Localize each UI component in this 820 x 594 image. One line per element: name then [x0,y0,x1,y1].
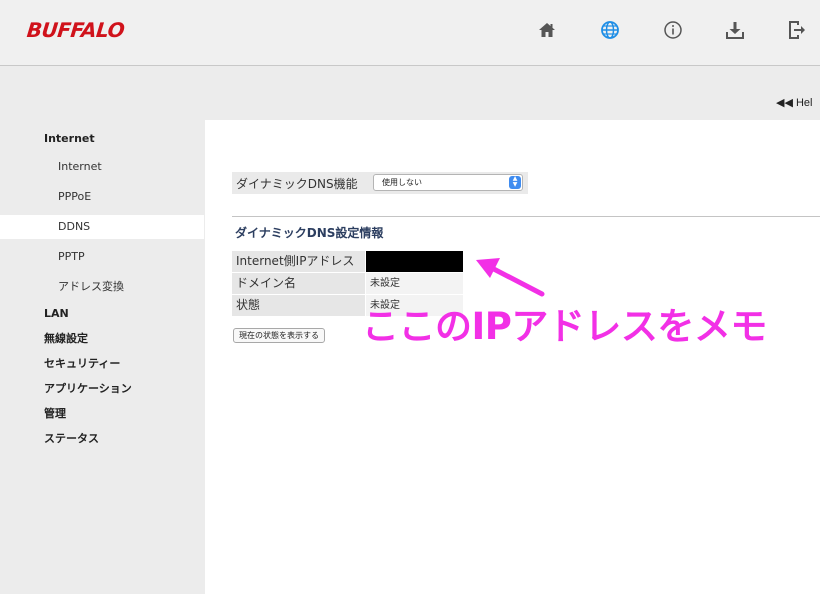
show-status-button[interactable]: 現在の状態を表示する [233,328,325,343]
sidebar-item-security[interactable]: セキュリティー [0,352,204,376]
help-link[interactable]: ◀◀ Hel [776,96,812,109]
annotation-arrow-icon [476,258,545,297]
annotation-text: ここのIPアドレスをメモ [362,305,767,348]
ddns-function-select[interactable]: 使用しない ▲ ▼ [373,174,523,191]
download-icon[interactable] [723,18,747,42]
ddns-function-row: ダイナミックDNS機能 使用しない ▲ ▼ [232,172,528,194]
buffalo-logo[interactable]: BUFFALO [26,18,126,42]
ddns-function-selected-value: 使用しない [382,178,422,187]
info-icon[interactable] [661,18,685,42]
table-row: ドメイン名 未設定 [232,273,463,294]
section-title: ダイナミックDNS設定情報 [235,226,384,240]
home-icon[interactable] [535,18,559,42]
sidebar-item-lan[interactable]: LAN [0,302,204,326]
domain-name-label: ドメイン名 [232,273,365,294]
wan-ip-label: Internet側IPアドレス [232,251,365,272]
sidebar-item-applications[interactable]: アプリケーション [0,377,204,401]
sidebar-item-admin[interactable]: 管理 [0,402,204,426]
sidebar-item-status[interactable]: ステータス [0,427,204,451]
sidebar-item-pptp[interactable]: PPTP [0,245,204,269]
section-divider [232,216,820,217]
sidebar-item-internet[interactable]: Internet [0,127,204,151]
select-arrows-icon: ▲ ▼ [509,176,521,189]
globe-icon[interactable] [598,18,622,42]
sidebar-item-address-translation[interactable]: アドレス変換 [0,275,204,299]
sidebar-item-internet-sub[interactable]: Internet [0,155,204,179]
ddns-function-label: ダイナミックDNS機能 [236,177,358,191]
sidebar-item-ddns[interactable]: DDNS [0,215,204,239]
domain-name-value: 未設定 [366,273,463,294]
logout-icon[interactable] [785,18,809,42]
sidebar-item-pppoe[interactable]: PPPoE [0,185,204,209]
top-header: BUFFALO [0,0,820,66]
table-row: Internet側IPアドレス [232,251,463,272]
wan-ip-value-redacted [366,251,463,272]
sidebar-item-wireless[interactable]: 無線設定 [0,327,204,351]
state-label: 状態 [232,295,365,316]
main-panel: ダイナミックDNS機能 使用しない ▲ ▼ ダイナミックDNS設定情報 Inter… [205,120,820,594]
